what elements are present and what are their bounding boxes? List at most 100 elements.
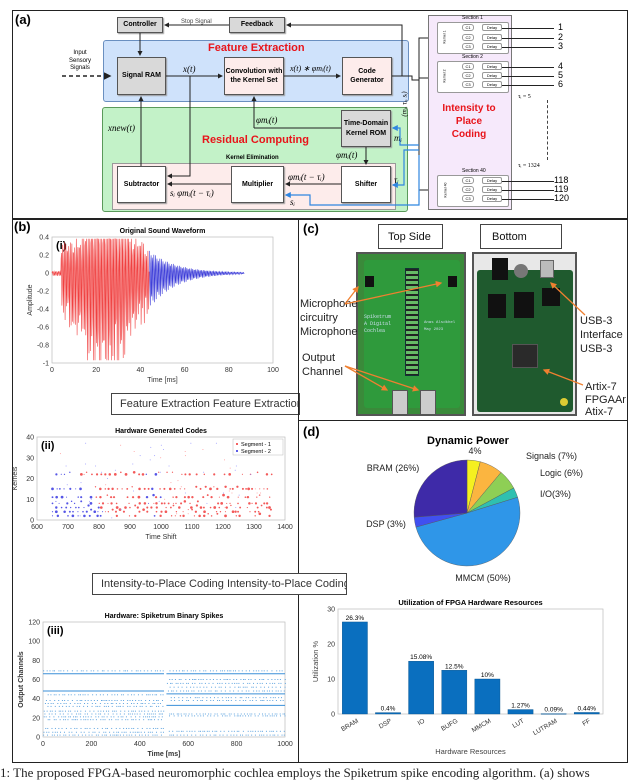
code-point: [71, 514, 75, 518]
spike: [75, 716, 77, 718]
code-point: [120, 471, 122, 474]
spike: [148, 703, 150, 704]
spike: [222, 715, 224, 717]
code-point: [138, 510, 141, 513]
spike: [144, 710, 146, 712]
code-point: [237, 502, 239, 505]
code-point: [155, 506, 158, 509]
code-point: [184, 488, 186, 490]
spike: [67, 670, 69, 672]
spike: [169, 713, 171, 715]
spike: [217, 700, 219, 701]
spike: [98, 716, 100, 718]
spike: [102, 694, 104, 696]
code-point: [230, 504, 232, 507]
spike: [162, 694, 164, 696]
spike: [75, 731, 77, 733]
spike: [281, 670, 283, 672]
spike: [189, 730, 191, 732]
y-tick-label: 100: [28, 639, 40, 646]
spike: [80, 713, 82, 715]
spike: [123, 734, 125, 736]
spike: [156, 700, 158, 701]
spike: [131, 713, 133, 715]
code-point: [260, 504, 263, 507]
spike: [151, 710, 153, 712]
spike: [81, 700, 83, 701]
spike: [136, 731, 138, 733]
spike: [198, 679, 200, 680]
spike: [106, 727, 108, 729]
code-point: [85, 442, 87, 444]
spike: [217, 715, 219, 717]
spike: [118, 731, 120, 733]
spike: [261, 700, 263, 701]
spike: [78, 713, 80, 715]
spike: [173, 715, 175, 717]
code-point: [66, 484, 68, 486]
spike: [280, 682, 282, 684]
spike: [191, 730, 193, 732]
spike: [178, 679, 180, 680]
spike: [193, 679, 195, 680]
spike: [62, 710, 64, 712]
spike: [249, 700, 251, 701]
spike: [52, 703, 54, 704]
spike: [154, 710, 156, 712]
spike: [103, 670, 105, 672]
spike: [262, 713, 264, 715]
spike: [147, 734, 149, 736]
spike: [160, 731, 162, 733]
spike: [245, 715, 247, 717]
code-point: [73, 502, 76, 505]
spike: [130, 716, 132, 718]
spike: [103, 710, 105, 712]
code-point: [60, 506, 63, 509]
spike: [138, 700, 140, 701]
code-point: [175, 502, 177, 505]
spike: [212, 682, 214, 684]
spike: [127, 719, 129, 721]
bar: [408, 661, 434, 715]
spike: [104, 703, 106, 704]
spike: [131, 710, 133, 712]
spike: [82, 694, 84, 696]
spike: [132, 719, 134, 721]
code-point: [224, 514, 227, 518]
spike: [157, 719, 159, 721]
code-point: [238, 514, 241, 518]
spike: [131, 727, 133, 729]
spike: [105, 734, 107, 736]
spike: [185, 713, 187, 715]
spike: [44, 703, 46, 704]
spike: [272, 700, 274, 701]
spike: [74, 710, 76, 712]
spike: [63, 719, 65, 721]
code-point: [97, 506, 100, 509]
code-point: [138, 502, 141, 505]
spike: [252, 686, 254, 688]
code-point: [229, 488, 231, 490]
code-point: [151, 487, 154, 491]
spike: [181, 686, 183, 688]
spike: [239, 734, 241, 736]
x-tick-label: DSP: [378, 718, 393, 731]
spike: [206, 700, 208, 701]
code-point: [180, 486, 182, 488]
spike: [198, 697, 200, 699]
spike: [145, 716, 147, 718]
spike: [126, 703, 128, 704]
spike: [92, 731, 94, 733]
spike: [200, 679, 202, 680]
code-point: [196, 500, 199, 503]
bar: [375, 712, 401, 715]
spike: [84, 703, 86, 704]
spike: [162, 731, 164, 733]
code-point: [70, 506, 72, 509]
code-point: [190, 442, 192, 444]
code-point: [94, 486, 97, 488]
code-point: [99, 487, 102, 491]
spike: [158, 716, 160, 718]
spike: [213, 697, 215, 699]
plot-area: [337, 608, 604, 715]
